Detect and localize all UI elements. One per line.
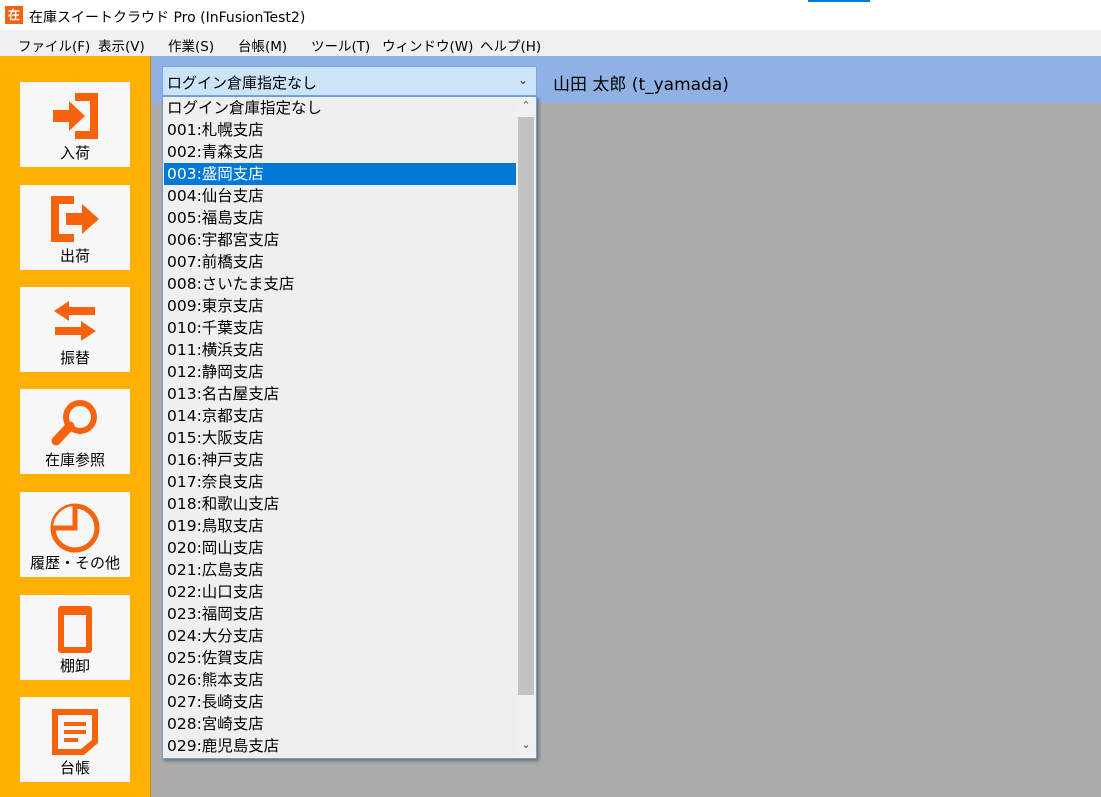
scroll-down-icon[interactable]: ⌄ <box>516 738 536 756</box>
scroll-up-icon[interactable]: ⌃ <box>516 99 536 117</box>
menu-ledger[interactable]: 台帳(M) <box>238 35 287 55</box>
title-bar: 在 在庫スイートクラウド Pro (InFusionTest2) <box>0 0 1101 30</box>
dropdown-option[interactable]: 005:福島支店 <box>164 207 516 229</box>
menu-bar: ファイル(F) 表示(V) 作業(S) 台帳(M) ツール(T) ウィンドウ(W… <box>0 30 1101 56</box>
dropdown-option[interactable]: 023:福岡支店 <box>164 603 516 625</box>
arrival-label: 入荷 <box>59 144 90 162</box>
dropdown-option[interactable]: 016:神戸支店 <box>164 449 516 471</box>
chevron-down-icon[interactable]: ⌄ <box>518 73 528 87</box>
dropdown-option[interactable]: 007:前橋支店 <box>164 251 516 273</box>
shipment-icon <box>51 196 99 242</box>
dropdown-option[interactable]: 025:佐賀支店 <box>164 647 516 669</box>
stocktake-icon <box>58 606 92 653</box>
dropdown-option[interactable]: 001:札幌支店 <box>164 119 516 141</box>
app-logo-icon: 在 <box>5 6 23 24</box>
warehouse-dropdown-list: 029:鹿児島支店 028:宮崎支店 027:長崎支店 026:熊本支店 025:佐賀支… <box>162 96 537 759</box>
stocktake-button[interactable]: 棚卸 <box>20 595 130 680</box>
shipment-button[interactable]: 出荷 <box>20 185 130 270</box>
dropdown-option[interactable]: 011:横浜支店 <box>164 339 516 361</box>
dropdown-option[interactable]: 017:奈良支店 <box>164 471 516 493</box>
history-label: 履歴・その他 <box>29 554 120 572</box>
dropdown-option[interactable]: 008:さいたま支店 <box>164 273 516 295</box>
ledger-button[interactable]: 台帳 <box>20 697 130 782</box>
menu-work[interactable]: 作業(S) <box>168 35 214 55</box>
dropdown-scrollbar[interactable]: ⌃ ⌄ <box>516 97 536 758</box>
dropdown-option[interactable]: 024:大分支店 <box>164 625 516 647</box>
dropdown-option[interactable]: 029:鹿児島支店 <box>164 735 516 757</box>
dropdown-option[interactable]: 009:東京支店 <box>164 295 516 317</box>
transfer-icon <box>54 301 96 341</box>
stocktake-label: 棚卸 <box>59 657 90 675</box>
ledger-label: 台帳 <box>59 759 90 777</box>
warehouse-select[interactable]: ログイン倉庫指定なし ⌄ <box>162 66 537 96</box>
dropdown-option[interactable]: ログイン倉庫指定なし <box>164 97 516 119</box>
warehouse-select-value: ログイン倉庫指定なし <box>167 74 318 92</box>
ledger-icon <box>52 709 98 755</box>
menu-view[interactable]: 表示(V) <box>98 35 145 55</box>
dropdown-option[interactable]: 006:宇都宮支店 <box>164 229 516 251</box>
dropdown-option[interactable]: 004:仙台支店 <box>164 185 516 207</box>
dropdown-option[interactable]: 020:岡山支店 <box>164 537 516 559</box>
dropdown-option[interactable]: 027:長崎支店 <box>164 691 516 713</box>
dropdown-option[interactable]: 018:和歌山支店 <box>164 493 516 515</box>
window-title: 在庫スイートクラウド Pro (InFusionTest2) <box>29 10 306 26</box>
dropdown-option[interactable]: 021:広島支店 <box>164 559 516 581</box>
dropdown-option[interactable]: 012:静岡支店 <box>164 361 516 383</box>
dropdown-option[interactable]: 019:鳥取支店 <box>164 515 516 537</box>
dropdown-option[interactable]: 015:大阪支店 <box>164 427 516 449</box>
arrival-button[interactable]: 入荷 <box>20 82 130 167</box>
transfer-button[interactable]: 振替 <box>20 287 130 372</box>
search-icon <box>51 400 97 446</box>
dropdown-option[interactable]: 014:京都支店 <box>164 405 516 427</box>
dropdown-option[interactable]: 010:千葉支店 <box>164 317 516 339</box>
dropdown-option[interactable]: 028:宮崎支店 <box>164 713 516 735</box>
transfer-label: 振替 <box>59 349 90 367</box>
dropdown-option[interactable]: 013:名古屋支店 <box>164 383 516 405</box>
arrival-icon <box>53 93 98 139</box>
menu-window[interactable]: ウィンドウ(W) <box>382 35 473 55</box>
dropdown-option[interactable]: 026:熊本支店 <box>164 669 516 691</box>
dropdown-option[interactable]: 002:青森支店 <box>164 141 516 163</box>
user-name: 山田 太郎 (t_yamada) <box>553 75 729 95</box>
title-accent-line <box>808 0 870 2</box>
menu-tools[interactable]: ツール(T) <box>311 35 370 55</box>
history-icon <box>50 503 100 553</box>
stock-lookup-label: 在庫参照 <box>44 451 105 469</box>
scroll-thumb[interactable] <box>518 117 534 695</box>
sidebar: 入荷 出荷 振替 在庫参照 履歴・その他 棚卸 台帳 <box>0 56 151 797</box>
shipment-label: 出荷 <box>59 247 90 265</box>
menu-help[interactable]: ヘルプ(H) <box>480 35 541 55</box>
dropdown-option[interactable]: 003:盛岡支店 <box>164 163 516 185</box>
stock-lookup-button[interactable]: 在庫参照 <box>20 389 130 474</box>
dropdown-option[interactable]: 022:山口支店 <box>164 581 516 603</box>
history-button[interactable]: 履歴・その他 <box>20 492 130 577</box>
menu-file[interactable]: ファイル(F) <box>18 35 90 55</box>
